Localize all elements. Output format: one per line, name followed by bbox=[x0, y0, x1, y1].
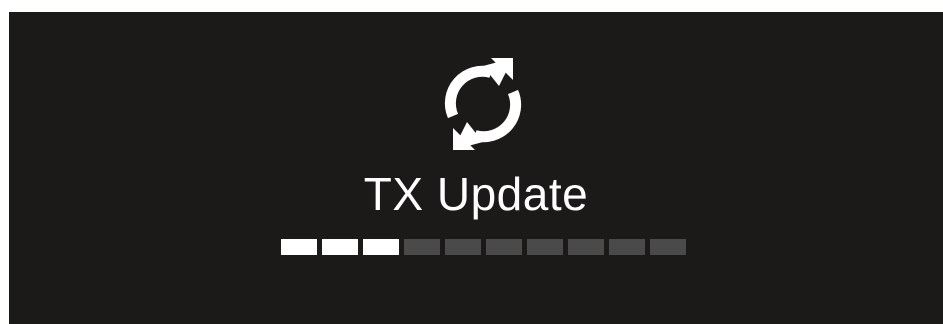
progress-segment-empty bbox=[609, 239, 645, 255]
update-title: TX Update bbox=[363, 168, 589, 220]
progress-segment-filled bbox=[281, 239, 317, 255]
sync-icon bbox=[433, 54, 533, 154]
progress-segment-empty bbox=[486, 239, 522, 255]
update-progress-bar bbox=[281, 239, 686, 255]
progress-segment-filled bbox=[363, 239, 399, 255]
progress-segment-empty bbox=[527, 239, 563, 255]
progress-segment-filled bbox=[322, 239, 358, 255]
sync-icon-graphic bbox=[444, 58, 522, 150]
progress-segment-empty bbox=[404, 239, 440, 255]
progress-segment-empty bbox=[568, 239, 604, 255]
progress-segment-empty bbox=[650, 239, 686, 255]
update-screen: TX Update bbox=[9, 12, 943, 324]
progress-segment-empty bbox=[445, 239, 481, 255]
